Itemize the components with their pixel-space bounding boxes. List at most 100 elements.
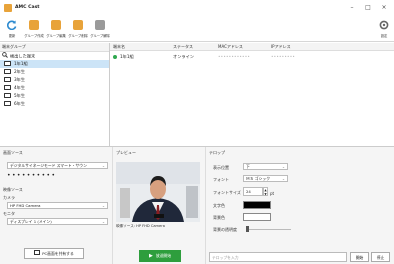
settings-label: 設定 xyxy=(380,34,388,38)
cell-device-name: 1年1組 xyxy=(120,54,134,59)
position-select[interactable]: 下 ⌄ xyxy=(243,163,288,170)
tree-item-grade3[interactable]: 3年生 xyxy=(0,76,109,84)
monitor-select-value: ディスプレイ 1 (メイン) xyxy=(10,219,52,224)
chevron-down-icon: ⌄ xyxy=(101,220,105,224)
table-header: 端末名 ステータス MACアドレス IPアドレス xyxy=(110,43,394,51)
monitor-label: モニタ xyxy=(3,211,15,216)
tree-item-label: 4年生 xyxy=(14,85,26,90)
opacity-label: 背景の透明度 xyxy=(213,227,237,232)
broadcast-start-button[interactable]: ▶ 放送開始 xyxy=(139,250,181,262)
tree-item-1-1[interactable]: 1年1組 xyxy=(0,60,109,68)
pc-share-label: PC画面を共有する xyxy=(42,251,74,256)
group-release-label: グループ解除 xyxy=(90,34,110,38)
folder-icon xyxy=(4,84,11,90)
font-value: ＭＳ ゴシック xyxy=(246,176,270,181)
preview-footer: 映像ソース: HP FHD Camera xyxy=(116,224,165,228)
tree-item-grade6[interactable]: 6年生 xyxy=(0,100,109,108)
font-size-label: フォントサイズ xyxy=(213,190,241,195)
telop-title: テロップ xyxy=(209,150,225,155)
tree-item-label: 1年1組 xyxy=(14,61,28,66)
folder-icon xyxy=(4,60,11,66)
group-delete-button[interactable]: グループ削除 xyxy=(68,19,88,41)
font-select[interactable]: ＭＳ ゴシック ⌄ xyxy=(243,175,288,182)
chevron-down-icon: ⌄ xyxy=(101,204,105,208)
chevron-down-icon: ⌄ xyxy=(281,177,285,181)
monitor-icon xyxy=(34,249,41,256)
column-device-name[interactable]: 端末名 xyxy=(113,43,125,50)
group-delete-label: グループ削除 xyxy=(68,34,88,38)
camera-select-value: HP FHD Camera xyxy=(10,203,41,208)
tree-item-label: 6年生 xyxy=(14,101,26,106)
mode-select-value: デジタルサイネージモード スマート・サウン xyxy=(10,163,87,168)
camera-select[interactable]: HP FHD Camera ⌄ xyxy=(7,202,108,209)
folder-icon xyxy=(4,76,11,82)
tree-item-grade2[interactable]: 2年生 xyxy=(0,68,109,76)
source-panel: 画面ソース デジタルサイネージモード スマート・サウン ⌄ •••••••••• … xyxy=(0,147,112,264)
mode-select[interactable]: デジタルサイネージモード スマート・サウン ⌄ xyxy=(7,162,108,169)
refresh-label: 更新 xyxy=(8,34,16,38)
telop-start-button[interactable]: 開始 xyxy=(350,252,369,262)
column-mac[interactable]: MACアドレス xyxy=(218,43,243,50)
font-size-value: 24 xyxy=(246,189,251,194)
search-icon xyxy=(2,52,8,58)
folder-icon xyxy=(4,92,11,98)
font-size-unit: pt xyxy=(270,191,275,196)
group-create-icon xyxy=(29,20,39,30)
app-title: AMC Cast xyxy=(15,5,40,10)
device-table: 端末名 ステータス MACアドレス IPアドレス 1年1組 オンライン ••••… xyxy=(110,43,394,146)
group-edit-button[interactable]: グループ編集 xyxy=(46,19,66,41)
chevron-down-icon: ⌄ xyxy=(101,164,105,168)
cell-ip: ••••••••• xyxy=(271,54,296,59)
folder-icon xyxy=(4,68,11,74)
group-release-button[interactable]: グループ解除 xyxy=(90,19,110,41)
play-icon: ▶ xyxy=(148,253,153,259)
telop-stop-button[interactable]: 停止 xyxy=(371,252,390,262)
group-create-label: グループ作成 xyxy=(24,34,44,38)
tree-item-label: 3年生 xyxy=(14,77,26,82)
telop-start-label: 開始 xyxy=(355,255,364,260)
font-size-stepper[interactable]: ▲ ▼ xyxy=(263,187,268,196)
tree-item-label: 検出した端末 xyxy=(10,53,36,59)
group-create-button[interactable]: グループ作成 xyxy=(24,19,44,41)
bg-color-swatch[interactable] xyxy=(243,213,271,221)
telop-stop-label: 停止 xyxy=(376,255,385,260)
font-size-input[interactable]: 24 xyxy=(243,187,263,196)
bg-color-label: 背景色 xyxy=(213,215,225,220)
settings-button[interactable]: 設定 xyxy=(374,19,394,41)
broadcast-start-label: 放送開始 xyxy=(155,253,172,258)
tree-item-grade4[interactable]: 4年生 xyxy=(0,84,109,92)
monitor-select[interactable]: ディスプレイ 1 (メイン) ⌄ xyxy=(7,218,108,225)
minimize-button[interactable]: – xyxy=(346,3,358,13)
group-edit-label: グループ編集 xyxy=(46,34,66,38)
font-label: フォント xyxy=(213,177,229,182)
opacity-slider-track[interactable] xyxy=(246,229,291,230)
folder-icon xyxy=(4,100,11,106)
position-value: 下 xyxy=(246,164,250,169)
table-row[interactable]: 1年1組 オンライン •••••••••••• ••••••••• xyxy=(110,52,394,61)
preview-panel: プレビュー 映像ソース: HP FHD Camera ▶ 放送開始 xyxy=(112,147,204,264)
telop-text-input[interactable]: テロップを入力 xyxy=(209,252,347,262)
pc-share-button[interactable]: PC画面を共有する xyxy=(24,248,84,259)
tree-item-detected[interactable]: 検出した端末 xyxy=(0,52,109,60)
cell-mac: •••••••••••• xyxy=(218,54,251,59)
group-panel: 端末グループ 検出した端末 1年1組 2年生 3年生 4年生 5年生 6年生 xyxy=(0,43,110,146)
cell-status: オンライン xyxy=(173,54,194,59)
column-status[interactable]: ステータス xyxy=(173,43,193,50)
maximize-button[interactable]: □ xyxy=(362,3,374,13)
tree-item-grade5[interactable]: 5年生 xyxy=(0,92,109,100)
text-color-swatch[interactable] xyxy=(243,201,271,209)
close-button[interactable]: × xyxy=(378,3,390,13)
refresh-icon xyxy=(7,20,17,30)
opacity-slider-thumb[interactable] xyxy=(246,226,249,232)
title-bar: AMC Cast – □ × xyxy=(0,0,394,16)
tree-item-label: 5年生 xyxy=(14,93,26,98)
video-source-label: 映像ソース xyxy=(3,187,23,192)
group-delete-icon xyxy=(73,20,83,30)
pin-dots: •••••••••• xyxy=(7,172,57,179)
app-logo-icon xyxy=(4,4,12,12)
position-label: 表示位置 xyxy=(213,165,229,170)
chevron-down-icon: ⌄ xyxy=(281,165,285,169)
column-ip[interactable]: IPアドレス xyxy=(271,43,291,50)
group-edit-icon xyxy=(51,20,61,30)
refresh-button[interactable]: 更新 xyxy=(2,19,22,41)
